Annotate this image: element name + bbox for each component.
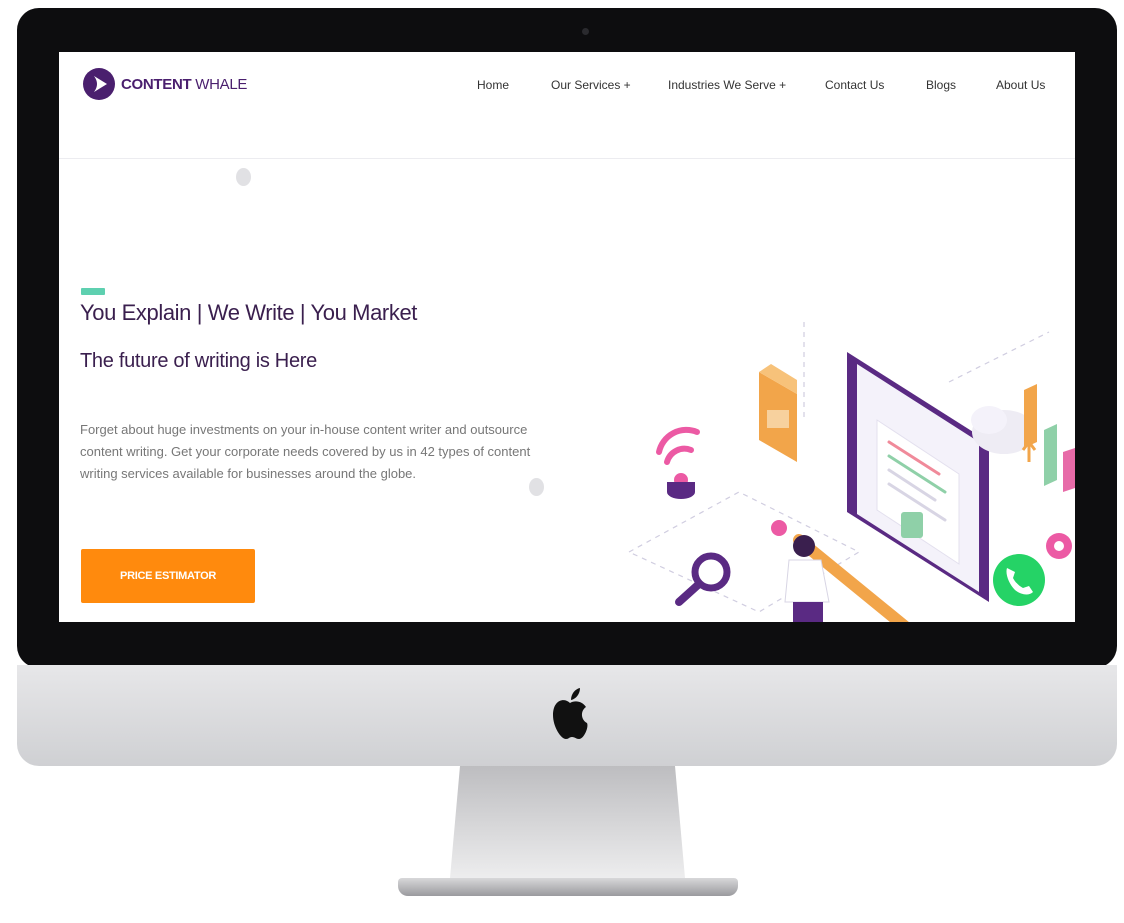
nav-item-contact-us[interactable]: Contact Us (825, 78, 884, 92)
folder-icon (759, 364, 797, 462)
nav-item-our-services[interactable]: Our Services + (551, 78, 631, 92)
apple-logo-icon (553, 688, 588, 739)
hero-subheadline: The future of writing is Here (80, 350, 317, 372)
site-header: CONTENT WHALE Home Our Services + Indust… (59, 52, 1075, 159)
price-estimator-button[interactable]: PRICE ESTIMATOR (81, 549, 255, 603)
camera (582, 28, 589, 35)
nav-item-industries[interactable]: Industries We Serve + (668, 78, 786, 92)
nav-item-about-us[interactable]: About Us (996, 78, 1045, 92)
imac-stand (450, 766, 685, 878)
whatsapp-icon[interactable] (989, 550, 1049, 610)
main-nav: Home Our Services + Industries We Serve … (59, 78, 1075, 98)
nav-item-home[interactable]: Home (477, 78, 509, 92)
bar-blocks (1024, 384, 1075, 492)
decorative-dot (236, 168, 251, 186)
hero-headline: You Explain | We Write | You Market (80, 300, 417, 325)
website-screen: CONTENT WHALE Home Our Services + Indust… (59, 52, 1075, 622)
nav-item-blogs[interactable]: Blogs (926, 78, 956, 92)
accent-bar (81, 288, 105, 295)
magnifier-icon (675, 552, 731, 606)
laptop-screen (847, 352, 989, 602)
wifi-signal-icon (656, 426, 700, 487)
hero-illustration (627, 322, 1075, 622)
person-figure (784, 535, 830, 622)
imac-stand-base (398, 878, 738, 896)
gear-icon (1046, 533, 1072, 559)
hero-description: Forget about huge investments on your in… (80, 422, 531, 481)
